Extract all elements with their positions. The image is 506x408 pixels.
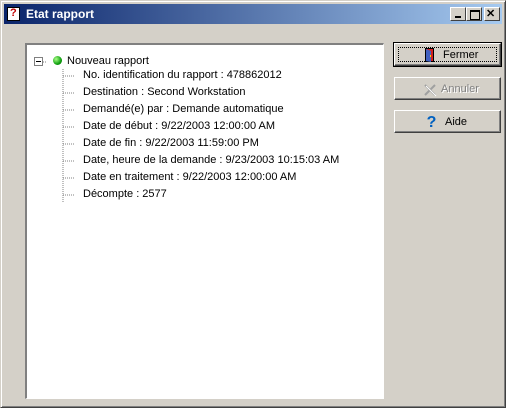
minimize-icon [455, 16, 461, 18]
tree-item-requested-by[interactable]: Demandé(e) par : Demande automatique [83, 103, 284, 117]
close-button[interactable]: Fermer [393, 42, 502, 67]
cancel-x-icon [424, 84, 437, 97]
report-status-window: ? Etat rapport ✕ Nouveau rapport No. ide… [0, 0, 506, 408]
minus-icon [36, 61, 41, 62]
tree-item-request-datetime[interactable]: Date, heure de la demande : 9/23/2003 10… [83, 154, 339, 168]
tree-item-processing-date[interactable]: Date en traitement : 9/22/2003 12:00:00 … [83, 171, 296, 185]
title-bar[interactable]: ? Etat rapport ✕ [4, 4, 502, 24]
minimize-button[interactable] [450, 7, 466, 21]
maximize-button[interactable] [466, 7, 482, 21]
app-help-icon[interactable]: ? [7, 7, 20, 21]
help-button[interactable]: ? Aide [394, 110, 501, 133]
report-tree[interactable]: Nouveau rapport No. identification du ra… [25, 43, 384, 399]
close-button-label: Fermer [443, 49, 479, 61]
help-button-label: Aide [445, 116, 468, 128]
cancel-button[interactable]: Annuler [394, 77, 501, 100]
window-title: Etat rapport [26, 7, 95, 21]
svg-text:?: ? [427, 114, 437, 129]
tree-item-start-date[interactable]: Date de début : 9/22/2003 12:00:00 AM [83, 120, 275, 134]
tree-item-end-date[interactable]: Date de fin : 9/22/2003 11:59:00 PM [83, 137, 259, 151]
tree-item-report-id[interactable]: No. identification du rapport : 47886201… [83, 69, 282, 83]
help-question-icon: ? [427, 114, 437, 129]
close-window-button[interactable]: ✕ [484, 7, 500, 21]
tree-item-count[interactable]: Décompte : 2577 [83, 188, 167, 202]
maximize-icon [470, 10, 480, 20]
door-exit-icon [425, 48, 434, 62]
status-green-icon [53, 56, 62, 65]
cancel-button-label: Annuler [441, 83, 479, 95]
tree-root-label: Nouveau rapport [67, 55, 149, 67]
tree-item-destination[interactable]: Destination : Second Workstation [83, 86, 245, 100]
close-icon: ✕ [486, 8, 496, 20]
collapse-toggle[interactable] [34, 57, 43, 66]
